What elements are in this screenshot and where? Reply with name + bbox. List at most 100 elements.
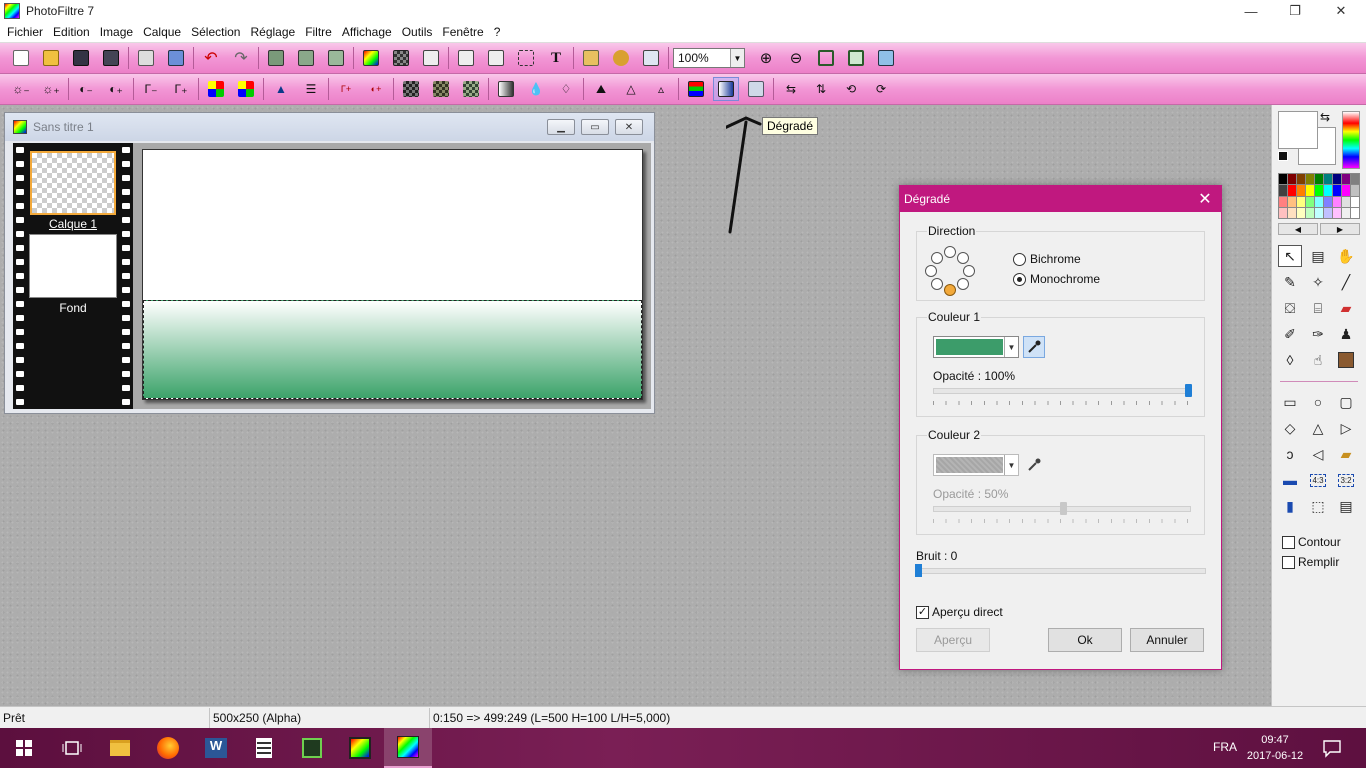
image-size-button[interactable] [453,46,479,70]
paste-as-image-button[interactable] [323,46,349,70]
right-triangle-shape[interactable]: ▷ [1334,417,1358,439]
line-tool[interactable]: ╱ [1334,271,1358,293]
palette-swatch[interactable] [1324,185,1332,196]
tray-clock[interactable]: 09:47 2017-06-12 [1245,732,1305,764]
layer-thumbnail-calque1[interactable] [30,151,116,215]
open-file-button[interactable] [38,46,64,70]
menu-help[interactable]: ? [489,25,506,39]
dialog-close-icon[interactable]: ✕ [1195,189,1215,209]
foreground-color-swatch[interactable] [1278,111,1318,149]
palette-swatch[interactable] [1324,174,1332,185]
couleur1-combo[interactable]: ▼ [933,336,1019,358]
menu-reglage[interactable]: Réglage [245,25,300,39]
palette-swatch[interactable] [1306,185,1314,196]
palette-swatch[interactable] [1333,185,1341,196]
palette-swatch[interactable] [1288,196,1296,207]
color-palette[interactable] [1278,173,1360,219]
couleur1-eyedropper-button[interactable] [1023,336,1045,358]
document-window[interactable]: Sans titre 1 ▁ ▭ ✕ Calque 1 Fond [4,112,655,414]
palette-swatch[interactable] [1315,174,1323,185]
menu-edition[interactable]: Edition [48,25,95,39]
direction-right[interactable] [963,265,975,277]
chevron-down-icon[interactable]: ▼ [730,49,744,67]
minimize-button[interactable]: — [1228,0,1274,22]
brightness-minus-button[interactable]: ☼₋ [8,77,34,101]
contrast-minus-button[interactable]: ◐₋ [73,77,99,101]
palette-next-button[interactable]: ▶ [1320,223,1360,235]
gradient-button[interactable] [713,77,739,101]
chevron-down-icon[interactable]: ▼ [1004,337,1018,357]
auto-levels-button[interactable]: Γ+ [333,77,359,101]
blur-button[interactable]: 💧 [523,77,549,101]
direction-left[interactable] [925,265,937,277]
levels-button[interactable]: ▲ [268,77,294,101]
layer-label-fond[interactable]: Fond [21,301,125,315]
palette-swatch[interactable] [1297,196,1305,207]
eyedropper-tool[interactable]: ✎ [1278,271,1302,293]
zoom-in-button[interactable]: ⊕ [753,46,779,70]
palette-swatch[interactable] [1279,174,1287,185]
hand-tool[interactable]: ✋ [1334,245,1358,267]
palette-swatch[interactable] [1333,207,1341,218]
automation-button[interactable] [418,46,444,70]
colors-button[interactable] [358,46,384,70]
remplir-checkbox[interactable]: Remplir [1282,555,1339,569]
gamma-minus-button[interactable]: Γ₋ [138,77,164,101]
chevron-down-icon[interactable]: ▼ [1004,455,1018,475]
filter-c-button[interactable] [458,77,484,101]
triangle-shape[interactable]: △ [1306,417,1330,439]
options-button[interactable] [638,46,664,70]
palette-swatch[interactable] [1315,185,1323,196]
palette-swatch[interactable] [1297,207,1305,218]
contrast-plus-button[interactable]: ◐₊ [103,77,129,101]
couleur2-eyedropper-button[interactable] [1023,454,1045,476]
zoom-combo[interactable]: 100% ▼ [673,48,745,68]
couleur1-opacity-slider[interactable] [933,384,1192,397]
notification-icon[interactable] [1322,738,1342,758]
copy-button[interactable] [263,46,289,70]
apercu-button[interactable]: Aperçu [916,628,990,652]
remplir-box[interactable] [1282,555,1295,569]
couleur2-opacity-thumb[interactable] [1059,502,1067,515]
restore-button[interactable]: ❐ [1272,0,1318,22]
fullscreen-button[interactable] [873,46,899,70]
radio-bichrome-circle[interactable] [1013,252,1026,266]
palette-swatch[interactable] [1315,207,1323,218]
radio-bichrome[interactable]: Bichrome [1013,252,1081,266]
soften-button[interactable]: △ [618,77,644,101]
transparency-button[interactable] [743,77,769,101]
zoom-out-button[interactable]: ⊖ [783,46,809,70]
rotate-left-button[interactable]: ⟲ [838,77,864,101]
palette-swatch[interactable] [1306,196,1314,207]
edges-button[interactable]: ▵ [648,77,674,101]
menu-outils[interactable]: Outils [397,25,438,39]
flip-horizontal-button[interactable]: ⇆ [778,77,804,101]
saturation-plus-button[interactable] [233,77,259,101]
actual-size-button[interactable] [843,46,869,70]
tray-language[interactable]: FRA [1213,740,1237,754]
polygon-shape[interactable]: ◁ [1306,443,1330,465]
palette-swatch[interactable] [1342,174,1350,185]
default-colors-icon[interactable] [1278,151,1288,161]
bruit-thumb[interactable] [915,564,922,577]
fill-tool[interactable]: ⛋ [1278,297,1302,319]
pattern-button[interactable] [388,46,414,70]
selection-mode-a[interactable]: ▮ [1278,495,1302,517]
direction-bottom[interactable] [944,284,956,296]
saturation-minus-button[interactable] [203,77,229,101]
image-tool[interactable]: ▤ [1306,245,1330,267]
save-as-button[interactable] [98,46,124,70]
taskbar-word[interactable]: W [192,728,240,768]
eraser-tool[interactable]: ▰ [1334,297,1358,319]
new-file-button[interactable] [8,46,34,70]
palette-prev-button[interactable]: ◀ [1278,223,1318,235]
menu-fenetre[interactable]: Fenêtre [437,25,488,39]
gamma-plus-button[interactable]: Γ₊ [168,77,194,101]
palette-swatch[interactable] [1297,174,1305,185]
contour-checkbox[interactable]: Contour [1282,535,1341,549]
close-button[interactable]: ✕ [1318,0,1364,22]
radio-monochrome[interactable]: Monochrome [1013,272,1100,286]
dialog-titlebar[interactable]: Dégradé ✕ [900,186,1221,212]
radio-monochrome-circle[interactable] [1013,272,1026,286]
direction-selector[interactable] [925,246,975,296]
